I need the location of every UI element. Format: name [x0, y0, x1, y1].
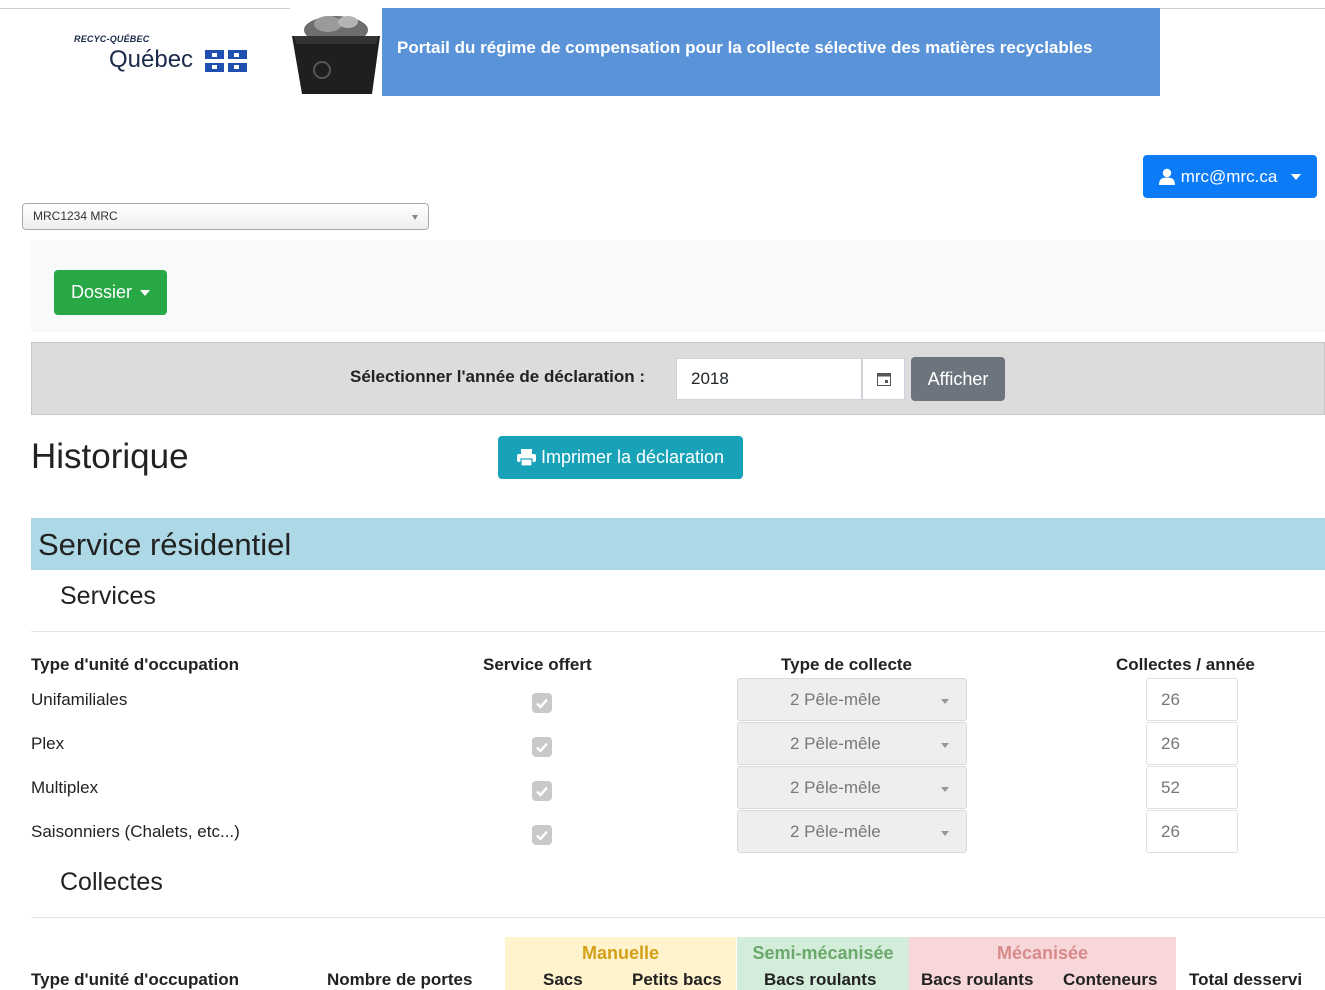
column-header-petits-bacs: Petits bacs — [632, 970, 722, 989]
select-arrow-icon — [412, 215, 418, 220]
collectes-per-year-input[interactable]: 26 — [1146, 722, 1238, 765]
group-header-semi-mecanisee: Semi-mécanisée — [752, 943, 894, 963]
select-arrow-icon — [941, 831, 949, 836]
print-declaration-button[interactable]: Imprimer la déclaration — [498, 436, 743, 479]
row-type: Multiplex — [31, 778, 99, 797]
collecte-type-value: 2 Pêle-mêle — [790, 822, 881, 841]
collectes-heading: Collectes — [60, 868, 163, 896]
collecte-type-select[interactable]: 2 Pêle-mêle — [737, 766, 967, 809]
organization-select[interactable]: MRC1234 MRC — [22, 203, 429, 230]
page-title: Historique — [31, 437, 189, 476]
column-header-conteneurs: Conteneurs — [1063, 970, 1158, 989]
select-arrow-icon — [941, 787, 949, 792]
service-checkbox[interactable] — [532, 737, 552, 757]
recycling-bin-icon — [290, 8, 382, 96]
section-title: Service résidentiel — [38, 527, 292, 562]
row-type: Saisonniers (Chalets, etc...) — [31, 822, 240, 841]
collectes-per-year-input[interactable]: 26 — [1146, 810, 1238, 853]
logo-small-text: RECYC-QUÉBEC — [74, 34, 150, 44]
organization-select-value: MRC1234 MRC — [33, 209, 118, 223]
dossier-dropdown-button[interactable]: Dossier — [54, 270, 167, 315]
collecte-type-value: 2 Pêle-mêle — [790, 778, 881, 797]
checkmark-icon — [536, 742, 548, 753]
checkmark-icon — [536, 786, 548, 797]
checkmark-icon — [536, 698, 548, 709]
service-checkbox[interactable] — [532, 781, 552, 801]
column-header-total: Total desservi — [1189, 970, 1303, 989]
collecte-type-value: 2 Pêle-mêle — [790, 734, 881, 753]
calendar-button[interactable] — [862, 358, 905, 400]
service-checkbox[interactable] — [532, 825, 552, 845]
service-checkbox[interactable] — [532, 693, 552, 713]
column-header-collecte: Type de collecte — [781, 655, 913, 674]
print-label: Imprimer la déclaration — [540, 447, 725, 467]
collectes-per-year-input[interactable]: 52 — [1146, 766, 1238, 809]
divider — [31, 917, 1325, 918]
afficher-button[interactable]: Afficher — [911, 357, 1005, 401]
collecte-type-select[interactable]: 2 Pêle-mêle — [737, 678, 967, 721]
logo-quebec-text: Québec — [109, 46, 194, 73]
select-arrow-icon — [941, 699, 949, 704]
group-header-manuelle: Manuelle — [581, 943, 660, 963]
checkmark-icon — [536, 830, 548, 841]
column-header-bacs-roulants-semi: Bacs roulants — [764, 970, 877, 989]
column-header-per-year: Collectes / année — [1116, 655, 1255, 674]
year-label: Sélectionner l'année de déclaration : — [350, 367, 646, 386]
recyc-quebec-logo: RECYC-QUÉBEC Québec — [74, 34, 254, 74]
collecte-type-value: 2 Pêle-mêle — [790, 690, 881, 709]
printer-icon — [516, 449, 536, 466]
row-type: Unifamiliales — [31, 690, 128, 709]
divider — [31, 631, 1325, 632]
column-header-bacs-roulants-mec: Bacs roulants — [921, 970, 1034, 989]
column-header-type: Type d'unité d'occupation — [31, 970, 239, 989]
user-icon — [1158, 168, 1175, 185]
quebec-flag-icon — [205, 50, 247, 72]
column-header-sacs: Sacs — [543, 970, 583, 989]
column-header-portes: Nombre de portes — [327, 970, 473, 989]
collectes-per-year-input[interactable]: 26 — [1146, 678, 1238, 721]
dossier-label: Dossier — [70, 282, 132, 302]
services-heading: Services — [60, 582, 156, 610]
year-input[interactable]: 2018 — [676, 358, 862, 400]
portal-banner: Portail du régime de compensation pour l… — [290, 8, 1160, 96]
column-header-service: Service offert — [483, 655, 592, 674]
section-header: Service résidentiel — [31, 518, 1325, 570]
column-header-type: Type d'unité d'occupation — [31, 655, 239, 674]
row-type: Plex — [31, 734, 65, 753]
caret-down-icon — [1291, 173, 1302, 180]
calendar-icon — [876, 373, 891, 386]
select-arrow-icon — [941, 743, 949, 748]
banner-title: Portail du régime de compensation pour l… — [397, 38, 1093, 57]
caret-down-icon — [140, 289, 150, 296]
collecte-type-select[interactable]: 2 Pêle-mêle — [737, 722, 967, 765]
collecte-type-select[interactable]: 2 Pêle-mêle — [737, 810, 967, 853]
navbar — [31, 240, 1325, 332]
group-header-mecanisee: Mécanisée — [996, 943, 1089, 963]
user-email: mrc@mrc.ca — [1180, 166, 1278, 186]
user-menu-button[interactable]: mrc@mrc.ca — [1143, 155, 1317, 198]
